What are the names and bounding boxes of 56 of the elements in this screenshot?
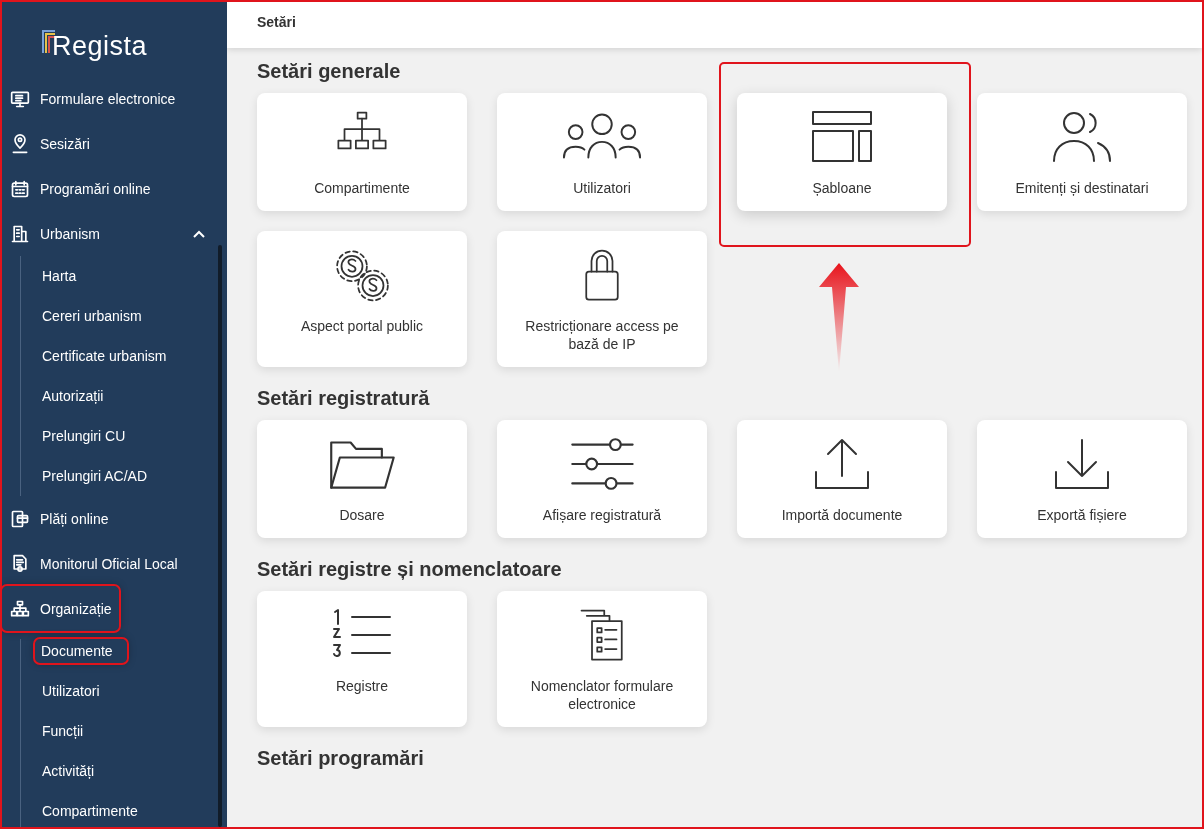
card-label: Șabloane [812, 179, 872, 197]
settings-card[interactable]: Registre [257, 591, 467, 727]
settings-card[interactable]: Dosare [257, 420, 467, 538]
settings-card[interactable]: Compartimente [257, 93, 467, 211]
settings-card[interactable]: Restricționare access pe bază de IP [497, 231, 707, 367]
sidebar-subitem[interactable]: Documente [35, 639, 127, 663]
section-title: Setări registre și nomenclatoare [257, 558, 563, 581]
payment-card-icon [10, 508, 30, 529]
card-label: Exportă fișiere [1037, 506, 1127, 524]
section-title: Setări generale [257, 60, 402, 83]
settings-card[interactable]: Nomenclator formulare electronice [497, 591, 707, 727]
sidebar-item[interactable]: Organizație [2, 586, 119, 631]
card-label: Registre [335, 677, 389, 695]
card-label: Aspect portal public [300, 317, 424, 335]
page-title: Setări [257, 14, 296, 30]
sidebar-item[interactable]: Urbanism [2, 211, 217, 256]
card-label: Nomenclator formulare electronice [529, 677, 675, 713]
app-logo: Regista [2, 2, 227, 62]
sidebar-subitem[interactable]: Funcții [21, 711, 227, 751]
section-title: Setări registratură [257, 387, 431, 410]
section-title: Setări programări [257, 747, 425, 770]
calendar-icon [10, 178, 30, 199]
map-pin-icon [10, 133, 30, 154]
building-icon [10, 223, 30, 244]
card-label: Restricționare access pe bază de IP [524, 317, 680, 353]
certificate-document-icon [10, 553, 30, 574]
sidebar-item[interactable]: Plăți online [2, 496, 217, 541]
settings-card[interactable]: Afișare registratură [497, 420, 707, 538]
settings-card[interactable]: Exportă fișiere [977, 420, 1187, 538]
settings-card[interactable]: Emitenți și destinatari [977, 93, 1187, 211]
sidebar-item[interactable]: Sesizări [2, 121, 217, 166]
sidebar-subitem[interactable]: Cereri urbanism [21, 296, 227, 336]
sidebar-item[interactable]: Programări online [2, 166, 217, 211]
org-chart-icon [10, 598, 30, 619]
scrollbar[interactable] [218, 245, 222, 827]
sidebar-item[interactable]: Formulare electronice [2, 76, 217, 121]
card-label: Emitenți și destinatari [1015, 179, 1149, 197]
chevron-up-icon[interactable] [193, 229, 205, 238]
sidebar-subitem[interactable]: Prelungiri CU [21, 416, 227, 456]
sidebar-subitem[interactable]: Utilizatori [21, 671, 227, 711]
sidebar-subitem[interactable]: Harta [21, 256, 227, 296]
card-label: Utilizatori [573, 179, 631, 197]
sidebar-subitem[interactable]: Autorizații [21, 376, 227, 416]
settings-card[interactable]: Utilizatori [497, 93, 707, 211]
sidebar-subitem[interactable]: Prelungiri AC/AD [21, 456, 227, 496]
settings-card[interactable]: Aspect portal public [257, 231, 467, 367]
card-label: Compartimente [314, 179, 410, 197]
card-label: Importă documente [781, 506, 903, 524]
settings-card[interactable]: Șabloane [737, 93, 947, 211]
sidebar-subitem[interactable]: Compartimente [21, 791, 227, 827]
sidebar-subitem[interactable]: Activități [21, 751, 227, 791]
sidebar-subitem[interactable]: Certificate urbanism [21, 336, 227, 376]
sidebar-item[interactable]: Monitorul Oficial Local [2, 541, 217, 586]
card-label: Dosare [339, 506, 385, 524]
card-label: Afișare registratură [542, 506, 662, 524]
settings-card[interactable]: Importă documente [737, 420, 947, 538]
